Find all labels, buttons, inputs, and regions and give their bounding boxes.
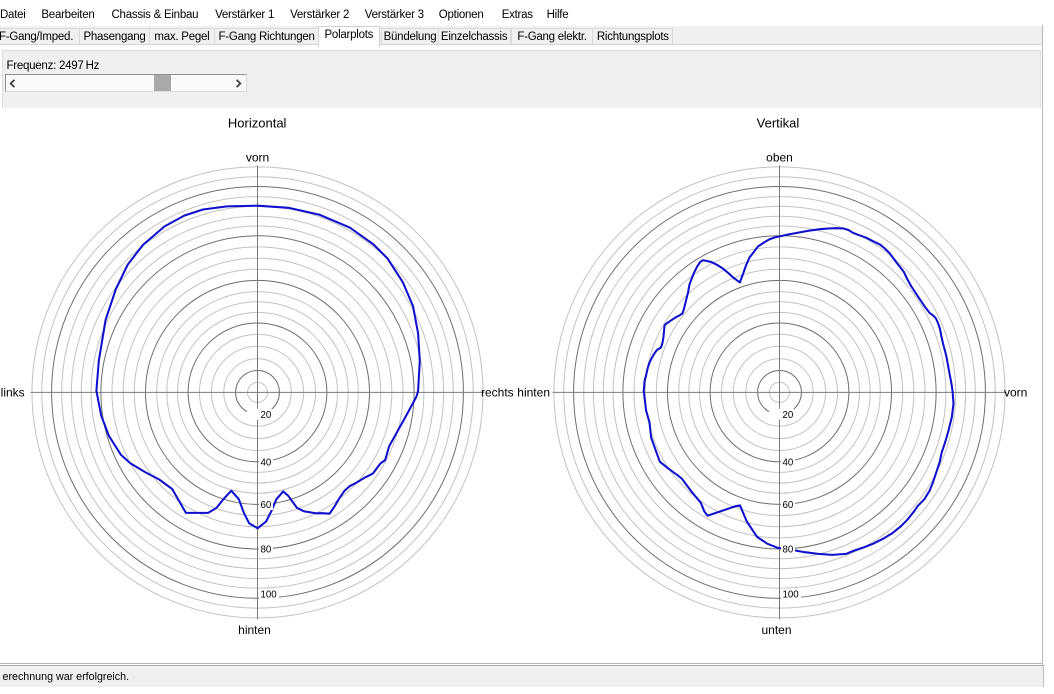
svg-text:rechts: rechts bbox=[481, 386, 514, 400]
svg-text:20: 20 bbox=[783, 410, 794, 421]
svg-text:hinten: hinten bbox=[238, 623, 271, 637]
svg-text:20: 20 bbox=[261, 410, 272, 421]
svg-text:100: 100 bbox=[783, 590, 800, 601]
svg-text:60: 60 bbox=[261, 500, 272, 511]
svg-text:100: 100 bbox=[261, 590, 278, 601]
svg-text:80: 80 bbox=[261, 545, 272, 556]
svg-text:60: 60 bbox=[783, 500, 794, 511]
svg-text:40: 40 bbox=[261, 457, 272, 468]
svg-text:vorn: vorn bbox=[246, 151, 269, 165]
svg-text:links: links bbox=[1, 386, 25, 400]
svg-text:hinten: hinten bbox=[517, 386, 550, 400]
svg-text:Vertikal: Vertikal bbox=[757, 115, 800, 130]
svg-text:40: 40 bbox=[783, 457, 794, 468]
svg-text:80: 80 bbox=[783, 545, 794, 556]
svg-text:vorn: vorn bbox=[1004, 386, 1027, 400]
svg-text:unten: unten bbox=[761, 623, 791, 637]
svg-text:Horizontal: Horizontal bbox=[228, 115, 287, 130]
svg-text:oben: oben bbox=[766, 151, 793, 165]
